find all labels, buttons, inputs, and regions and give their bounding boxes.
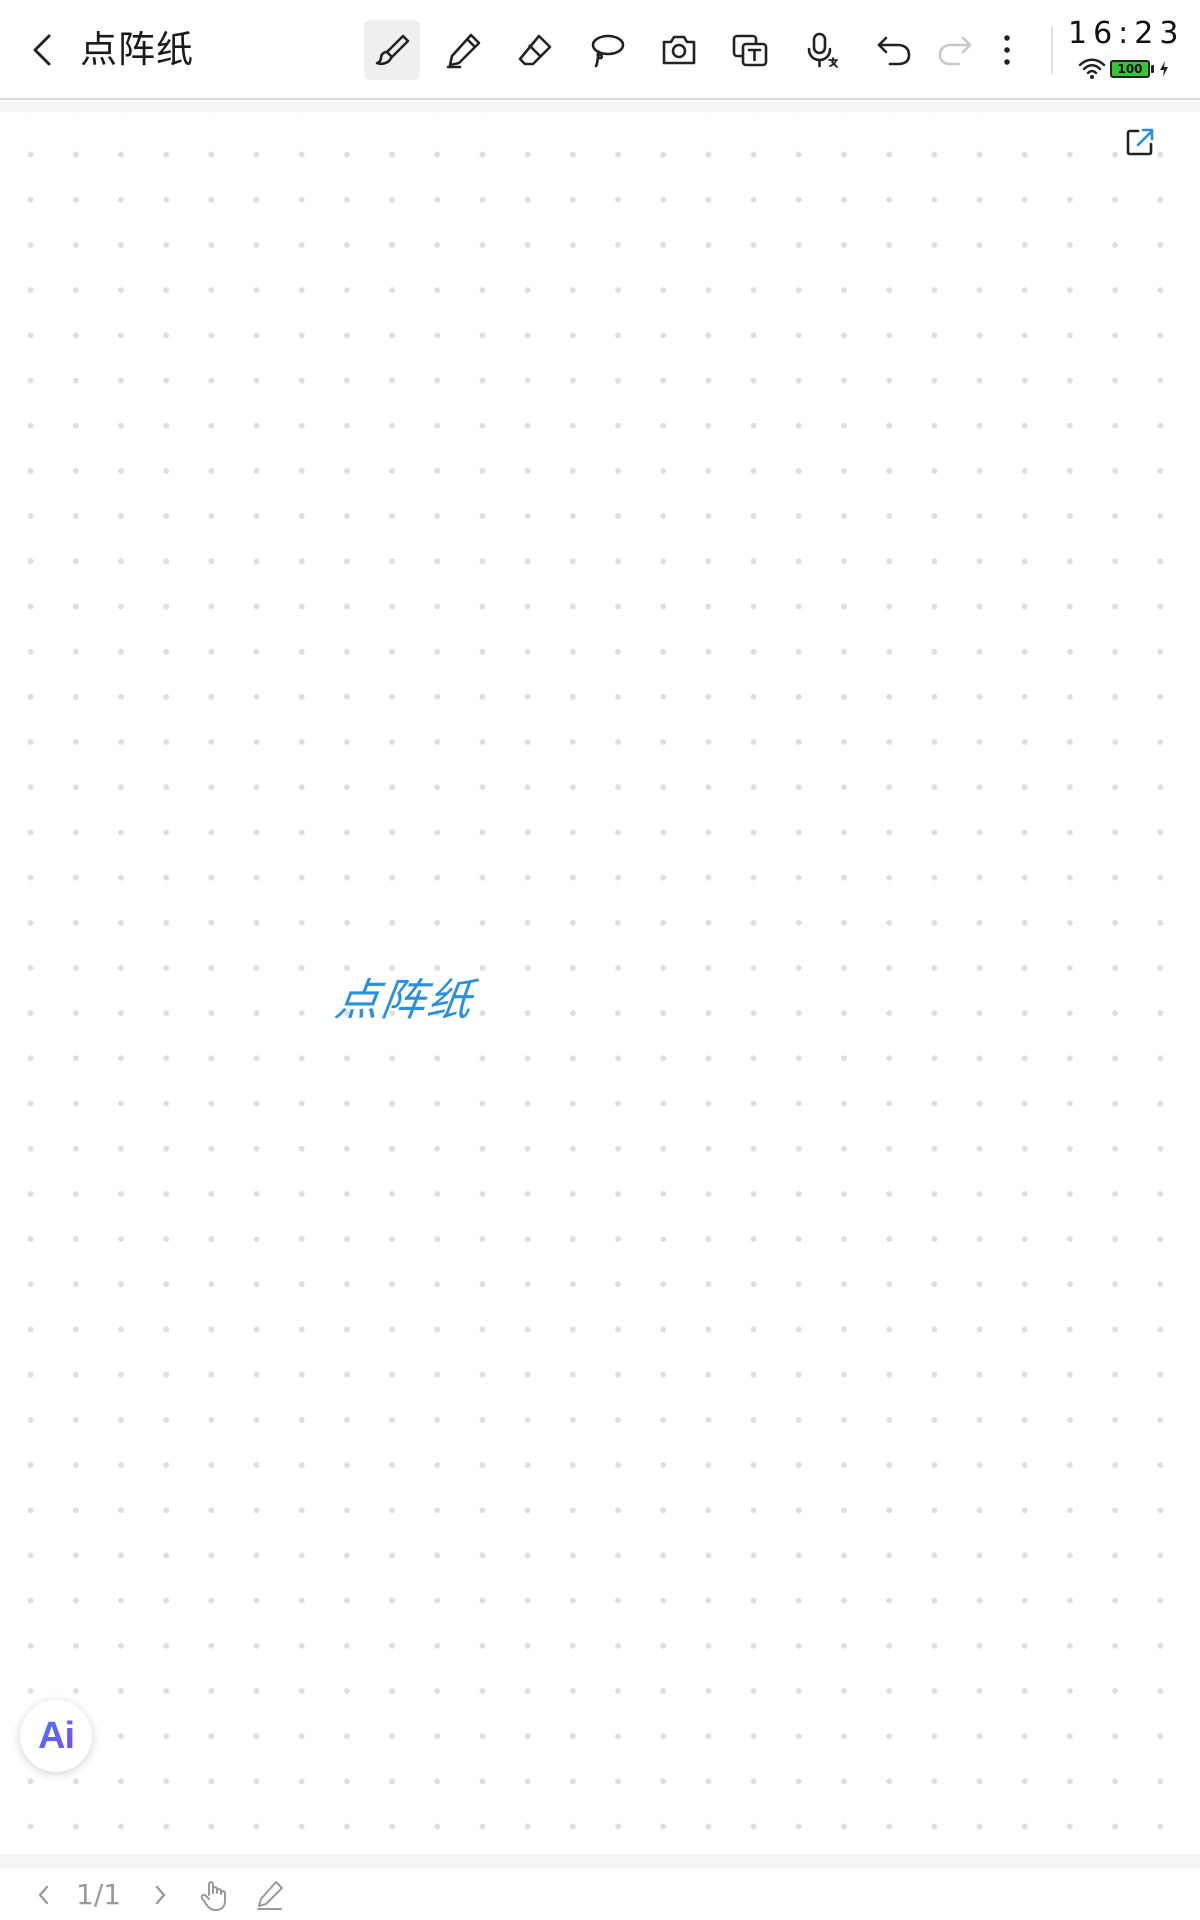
- brush-tool-button[interactable]: [364, 20, 420, 80]
- undo-icon: [877, 36, 911, 66]
- export-button[interactable]: [1120, 122, 1160, 162]
- pen-mode-button[interactable]: [250, 1874, 290, 1916]
- chevron-left-icon: [38, 1885, 49, 1905]
- lasso-icon: [591, 34, 625, 68]
- eraser-tool-button[interactable]: [507, 20, 563, 80]
- lasso-tool-button[interactable]: [579, 20, 635, 80]
- brush-icon: [375, 34, 410, 66]
- top-toolbar: 点阵纸 16:23 100: [0, 0, 1200, 100]
- clock: 16:23: [1068, 16, 1185, 51]
- toolbar-divider: [1051, 26, 1053, 74]
- redo-button[interactable]: [927, 20, 983, 80]
- bottom-bar-body: [0, 1868, 1200, 1920]
- share-export-icon: [1126, 128, 1154, 156]
- ai-assistant-button[interactable]: Ai: [20, 1700, 92, 1772]
- ai-label: Ai: [38, 1714, 75, 1757]
- pen-icon: [257, 1881, 283, 1910]
- note-app: 点阵纸 16:23 100 点阵纸 Ai 1/1: [0, 0, 1200, 1920]
- page-indicator: 1/1: [76, 1878, 122, 1911]
- next-page-button[interactable]: [146, 1878, 176, 1912]
- redo-icon: [938, 36, 972, 66]
- hand-pointer-icon: [200, 1881, 226, 1911]
- voice-to-text-button[interactable]: [794, 20, 850, 80]
- wifi-icon: [1078, 58, 1106, 79]
- eraser-icon: [518, 34, 552, 66]
- status-bar: 16:23 100: [1066, 16, 1196, 86]
- bottom-bar: [0, 1854, 1200, 1920]
- camera-tool-button[interactable]: [651, 20, 707, 80]
- dot-grid-canvas[interactable]: [0, 112, 1200, 1854]
- chevron-left-icon: [33, 34, 51, 66]
- handwritten-text[interactable]: 点阵纸: [332, 964, 479, 1028]
- chevron-right-icon: [155, 1885, 166, 1905]
- more-vertical-icon: [1004, 35, 1010, 65]
- image-to-text-icon: [732, 34, 768, 67]
- battery-indicator: 100: [1110, 60, 1150, 78]
- pen-tool-button[interactable]: [436, 20, 492, 80]
- charging-icon: [1160, 61, 1168, 77]
- pen-icon: [446, 33, 481, 69]
- back-button[interactable]: [22, 28, 62, 72]
- more-options-button[interactable]: [987, 20, 1027, 80]
- hand-scroll-mode-button[interactable]: [194, 1874, 234, 1916]
- text-recognition-button[interactable]: [722, 20, 778, 80]
- toolbar-separator-strip: [0, 102, 1200, 112]
- microphone-icon: [807, 32, 838, 68]
- previous-page-button[interactable]: [28, 1878, 58, 1912]
- camera-icon: [662, 35, 696, 65]
- page-title: 点阵纸: [80, 28, 194, 71]
- undo-button[interactable]: [866, 20, 922, 80]
- battery-tip: [1151, 65, 1154, 73]
